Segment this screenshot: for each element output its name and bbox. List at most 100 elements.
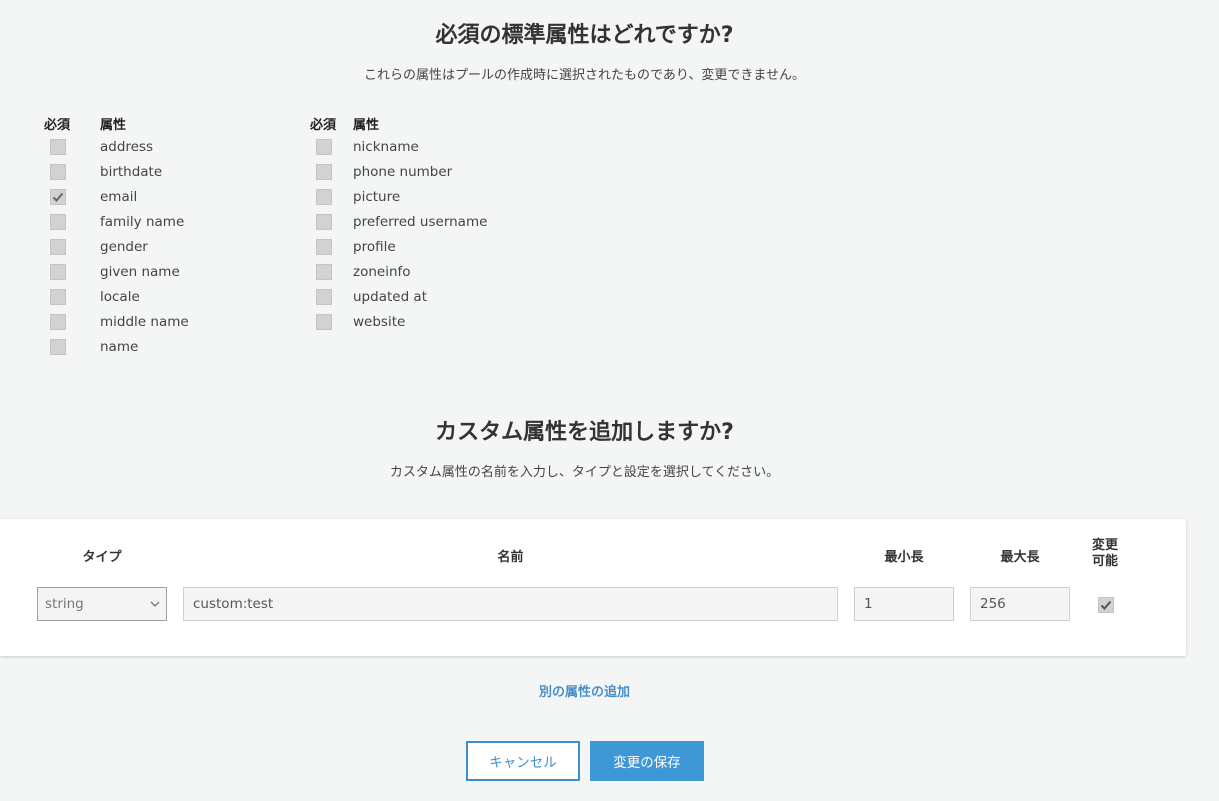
attribute-header: 属性	[100, 118, 127, 133]
attribute-row: email	[44, 184, 189, 209]
standard-attributes-title: 必須の標準属性はどれですか?	[435, 23, 734, 48]
attribute-column-right: 必須 属性 nickname phone number picture preferr…	[310, 114, 487, 334]
attribute-row: birthdate	[44, 159, 189, 184]
attribute-label: address	[100, 138, 154, 155]
attribute-label: locale	[100, 288, 140, 305]
required-checkbox-cell	[44, 313, 100, 330]
required-checkbox[interactable]	[316, 263, 332, 280]
required-checkbox-cell	[310, 213, 353, 230]
attribute-label: nickname	[353, 138, 419, 155]
attribute-row: given name	[44, 259, 189, 284]
attribute-name-input[interactable]: custom:test	[183, 587, 838, 621]
attribute-label: middle name	[100, 313, 189, 330]
required-checkbox[interactable]	[50, 263, 66, 280]
required-checkbox[interactable]	[316, 238, 332, 255]
attribute-row: phone number	[310, 159, 487, 184]
attribute-label: family name	[100, 213, 185, 230]
required-checkbox[interactable]	[316, 163, 332, 180]
attribute-label: website	[353, 313, 406, 330]
mutable-header-line2: 可能	[1091, 554, 1118, 569]
required-checkbox-cell	[44, 263, 100, 280]
attribute-label: name	[100, 338, 139, 355]
attribute-row: name	[44, 334, 189, 359]
required-header: 必須	[44, 118, 71, 133]
add-another-attribute-link[interactable]: 別の属性の追加	[0, 681, 1169, 700]
attribute-row: middle name	[44, 309, 189, 334]
required-checkbox-cell	[310, 288, 353, 305]
custom-attributes-subtitle: カスタム属性の名前を入力し、タイプと設定を選択してください。	[389, 465, 780, 480]
attribute-label: phone number	[353, 163, 453, 180]
required-checkbox-cell	[310, 138, 353, 155]
checkmark-icon	[1100, 600, 1112, 610]
required-checkbox[interactable]	[50, 163, 66, 180]
required-checkbox[interactable]	[316, 138, 332, 155]
required-header: 必須	[310, 118, 337, 133]
attribute-label: gender	[100, 238, 148, 255]
attribute-label: picture	[353, 188, 401, 205]
name-column-header: 名前	[497, 550, 524, 565]
attribute-column-left: 必須 属性 address birthdate email family name ge…	[44, 114, 189, 359]
required-checkbox[interactable]	[316, 188, 332, 205]
required-checkbox-cell	[44, 163, 100, 180]
attribute-row: profile	[310, 234, 487, 259]
required-checkbox[interactable]	[316, 313, 332, 330]
type-select-value: string	[45, 596, 84, 612]
required-checkbox[interactable]	[50, 138, 66, 155]
attribute-column-header: 必須 属性	[310, 114, 487, 134]
attribute-row: gender	[44, 234, 189, 259]
required-checkbox-cell	[44, 213, 100, 230]
required-checkbox[interactable]	[316, 213, 332, 230]
required-checkbox-cell	[44, 238, 100, 255]
attribute-label: updated at	[353, 288, 427, 305]
attribute-label: given name	[100, 263, 180, 280]
required-checkbox-cell	[310, 263, 353, 280]
cancel-button[interactable]: キャンセル	[466, 741, 580, 781]
max-length-column-header: 最大長	[1000, 550, 1040, 565]
attribute-row: nickname	[310, 134, 487, 159]
attribute-label: zoneinfo	[353, 263, 411, 280]
type-select[interactable]: string	[37, 587, 167, 621]
attribute-label: preferred username	[353, 213, 488, 230]
attribute-row: updated at	[310, 284, 487, 309]
mutable-column-header: 変更 可能	[1080, 538, 1130, 570]
attribute-row: locale	[44, 284, 189, 309]
standard-attributes-subtitle: これらの属性はプールの作成時に選択されたものであり、変更できません。	[364, 68, 805, 83]
attribute-row: family name	[44, 209, 189, 234]
required-checkbox-cell	[44, 138, 100, 155]
attribute-label: email	[100, 188, 138, 205]
type-column-header: タイプ	[82, 550, 122, 565]
required-checkbox-cell	[310, 313, 353, 330]
attribute-header: 属性	[353, 118, 380, 133]
required-checkbox-cell	[44, 188, 100, 205]
min-length-column-header: 最小長	[884, 550, 924, 565]
required-checkbox-cell	[310, 188, 353, 205]
required-checkbox[interactable]	[50, 238, 66, 255]
min-length-input[interactable]: 1	[854, 587, 954, 621]
attribute-label: profile	[353, 238, 396, 255]
required-checkbox[interactable]	[50, 338, 66, 355]
mutable-checkbox[interactable]	[1098, 597, 1114, 613]
mutable-header-line1: 変更	[1091, 538, 1118, 553]
required-checkbox-cell	[44, 338, 100, 355]
required-checkbox-cell	[44, 288, 100, 305]
required-checkbox[interactable]	[50, 313, 66, 330]
required-checkbox[interactable]	[316, 288, 332, 305]
attribute-label: birthdate	[100, 163, 163, 180]
attribute-row: website	[310, 309, 487, 334]
required-checkbox[interactable]	[50, 188, 66, 205]
checkmark-icon	[52, 192, 64, 202]
max-length-input[interactable]: 256	[970, 587, 1070, 621]
required-checkbox-cell	[310, 238, 353, 255]
save-changes-button[interactable]: 変更の保存	[590, 741, 704, 781]
required-checkbox[interactable]	[50, 213, 66, 230]
custom-attributes-title: カスタム属性を追加しますか?	[435, 420, 734, 445]
attribute-row: picture	[310, 184, 487, 209]
attribute-row: address	[44, 134, 189, 159]
custom-attribute-panel: タイプ 名前 最小長 最大長 変更 可能 string custom:test …	[0, 519, 1186, 656]
chevron-down-icon	[150, 597, 160, 613]
attribute-row: zoneinfo	[310, 259, 487, 284]
required-checkbox-cell	[310, 163, 353, 180]
required-checkbox[interactable]	[50, 288, 66, 305]
attribute-column-header: 必須 属性	[44, 114, 189, 134]
attribute-row: preferred username	[310, 209, 487, 234]
